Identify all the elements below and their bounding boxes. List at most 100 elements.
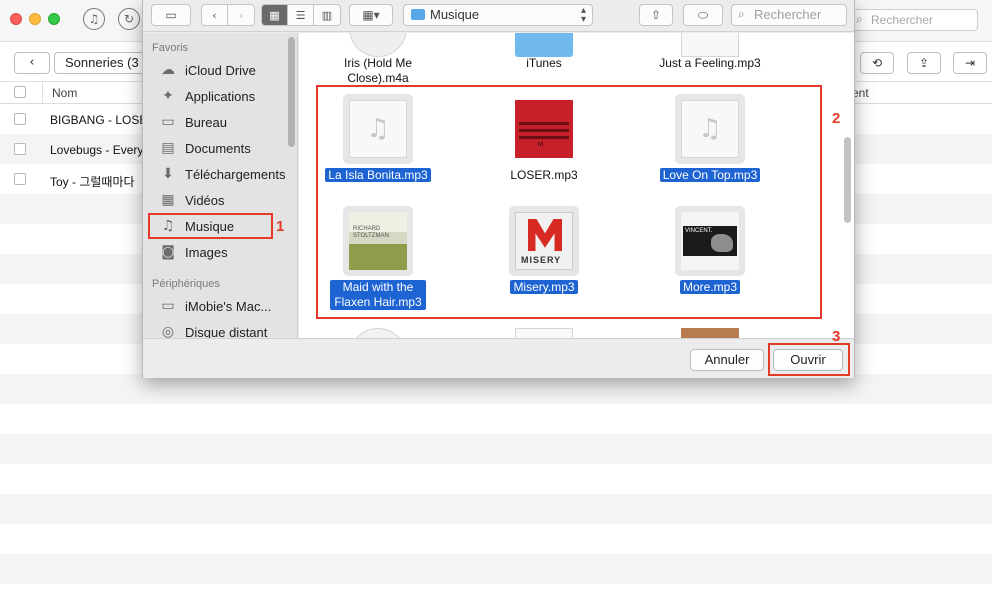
sidebar-item-label: Vidéos <box>185 193 225 208</box>
sidebar-section-devices: Périphériques <box>152 278 220 290</box>
disc-icon <box>349 328 407 338</box>
movies-icon: ▦ <box>161 192 175 208</box>
column-divider <box>42 82 43 104</box>
sidebar-item-label: iMobie's Mac... <box>185 299 272 314</box>
empty-row <box>0 374 992 404</box>
to-itunes-button[interactable]: ⟲ <box>860 52 894 74</box>
search-icon: ⌕ <box>738 7 745 21</box>
location-label: Musique <box>430 7 480 22</box>
empty-row <box>0 524 992 554</box>
refresh-icon[interactable]: ↻ <box>118 8 140 30</box>
folder-icon <box>411 9 425 20</box>
share-icon[interactable]: ⇧ <box>639 4 673 26</box>
sidebar-toggle-icon[interactable]: ▭ <box>151 4 191 26</box>
file-thumbnail <box>509 322 579 338</box>
itunes-icon[interactable]: ♫ <box>83 8 105 30</box>
back-arrow-icon[interactable]: ‹ <box>202 5 228 25</box>
downloads-icon: ⬇ <box>162 166 174 182</box>
search-icon: ⌕ <box>856 12 863 26</box>
back-button[interactable]: ‹ <box>14 52 50 74</box>
row-checkbox[interactable] <box>14 173 26 185</box>
location-popup[interactable]: Musique ▴ ▾ <box>403 4 593 26</box>
empty-row <box>0 554 992 584</box>
dialog-sidebar: Favoris ☁ iCloud Drive ✦ Applications ▭ … <box>143 33 298 338</box>
music-file-icon <box>681 33 739 57</box>
sidebar-item-label: Applications <box>185 89 256 104</box>
app-search-input[interactable]: ⌕ Rechercher <box>850 9 978 31</box>
row-name: Toy - 그럴때마다 <box>50 175 135 189</box>
annotation-box-musique <box>148 213 273 239</box>
nav-segment: ‹ › <box>201 4 255 26</box>
annotation-box-open <box>768 343 850 376</box>
row-checkbox[interactable] <box>14 113 26 125</box>
select-all-checkbox[interactable] <box>14 86 26 98</box>
sidebar-item-applications[interactable]: ✦ Applications <box>158 86 286 108</box>
cancel-button[interactable]: Annuler <box>690 349 764 371</box>
sidebar-item-icloud-drive[interactable]: ☁ iCloud Drive <box>158 60 286 82</box>
sidebar-section-favorites: Favoris <box>152 42 189 54</box>
empty-row <box>0 434 992 464</box>
annotation-step-2: 2 <box>832 110 841 127</box>
music-file-icon <box>515 328 573 338</box>
close-window-button[interactable] <box>10 13 22 25</box>
row-name: Lovebugs - Everybody <box>50 143 142 157</box>
cloud-icon: ☁ <box>161 62 175 78</box>
sidebar-item-imobie-mac[interactable]: ▭ iMobie's Mac... <box>158 296 286 318</box>
row-name: BIGBANG - LOSER <box>50 113 142 127</box>
sidebar-item-videos[interactable]: ▦ Vidéos <box>158 190 286 212</box>
sidebar-scrollbar[interactable] <box>288 37 295 147</box>
empty-row <box>0 494 992 524</box>
sidebar-item-images[interactable]: ◙ Images <box>158 242 286 264</box>
empty-row <box>0 464 992 494</box>
documents-icon: ▤ <box>161 140 175 156</box>
sidebar-item-remote-disc[interactable]: ◎ Disque distant <box>158 322 286 338</box>
annotation-box-files <box>316 85 822 319</box>
list-view-icon[interactable]: ☰ <box>288 5 314 25</box>
sidebar-item-label: Téléchargements <box>185 167 286 182</box>
file-thumbnail <box>343 322 413 338</box>
dialog-search-input[interactable]: ⌕ Rechercher <box>731 4 847 26</box>
zoom-window-button[interactable] <box>48 13 60 25</box>
tags-icon[interactable]: ⬭ <box>683 4 723 26</box>
icon-view-icon[interactable]: ▦ <box>262 5 288 25</box>
sidebar-item-label: iCloud Drive <box>185 63 256 78</box>
file-name: iTunes <box>526 56 562 70</box>
view-mode-segment: ▦ ☰ ▥ <box>261 4 341 26</box>
column-view-icon[interactable]: ▥ <box>314 5 340 25</box>
dialog-button-bar: Annuler Ouvrir <box>143 338 854 378</box>
import-button[interactable]: ⇥ <box>953 52 987 74</box>
folder-icon <box>515 33 573 57</box>
disc-icon <box>349 33 407 57</box>
to-computer-button[interactable]: ⇪ <box>907 52 941 74</box>
applications-icon: ✦ <box>162 88 174 104</box>
category-button[interactable]: Sonneries (3 éléments) <box>54 52 154 74</box>
column-header-name[interactable]: Nom <box>52 86 77 100</box>
disc-icon: ◎ <box>161 324 175 338</box>
computer-icon: ▭ <box>161 298 175 314</box>
file-name: Iris (Hold Me Close).m4a <box>343 56 412 85</box>
row-checkbox[interactable] <box>14 143 26 155</box>
sidebar-item-label: Images <box>185 245 228 260</box>
file-name: Just a Feeling.mp3 <box>659 56 761 70</box>
album-art <box>681 328 739 338</box>
file-browser-scrollbar[interactable] <box>844 137 851 223</box>
sidebar-item-bureau[interactable]: ▭ Bureau <box>158 112 286 134</box>
arrange-icon[interactable]: ▦▾ <box>349 4 393 26</box>
empty-row <box>0 404 992 434</box>
file-thumbnail <box>675 322 745 338</box>
sidebar-item-documents[interactable]: ▤ Documents <box>158 138 286 160</box>
dialog-toolbar: ▭ ‹ › ▦ ☰ ▥ ▦▾ Musique ▴ ▾ ⇧ ⬭ ⌕ Recherch… <box>143 0 854 32</box>
app-search-placeholder: Rechercher <box>871 13 934 27</box>
annotation-step-1: 1 <box>276 218 285 235</box>
chevron-updown-icon: ▴ ▾ <box>580 5 586 25</box>
sidebar-item-label: Disque distant <box>185 325 268 338</box>
sidebar-item-label: Bureau <box>185 115 227 130</box>
annotation-step-3: 3 <box>832 328 841 345</box>
sidebar-item-label: Documents <box>185 141 251 156</box>
camera-icon: ◙ <box>161 244 175 260</box>
dialog-search-placeholder: Rechercher <box>754 7 822 22</box>
minimize-window-button[interactable] <box>29 13 41 25</box>
forward-arrow-icon[interactable]: › <box>228 5 254 25</box>
desktop-icon: ▭ <box>161 114 175 130</box>
sidebar-item-downloads[interactable]: ⬇ Téléchargements <box>158 164 286 186</box>
